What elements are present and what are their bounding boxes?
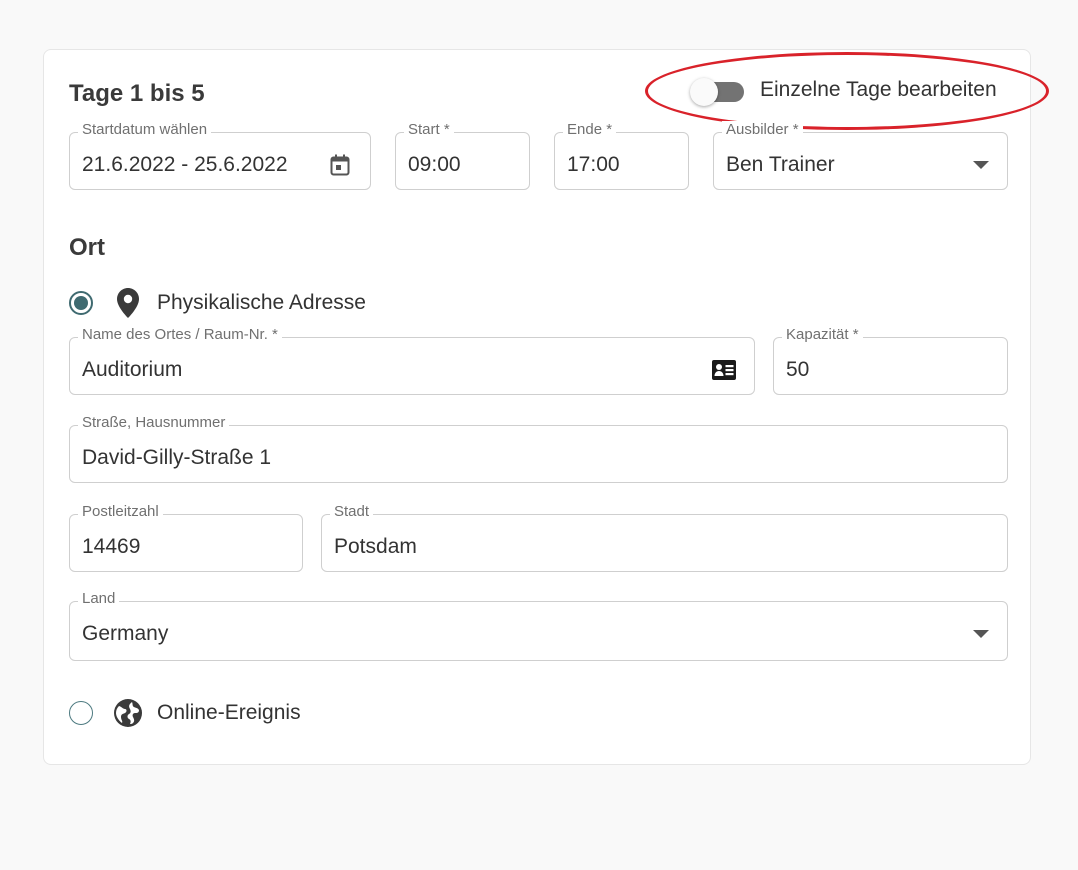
physical-address-label: Physikalische Adresse [157, 291, 366, 314]
calendar-icon[interactable] [328, 153, 352, 177]
toggle-label: Einzelne Tage bearbeiten [760, 78, 997, 101]
physical-address-option[interactable]: Physikalische Adresse [69, 288, 366, 318]
toggle-switch[interactable] [690, 78, 744, 106]
online-event-label: Online-Ereignis [157, 701, 301, 724]
day-group-card: Tage 1 bis 5 Einzelne Tage bearbeiten St… [43, 49, 1049, 765]
contact-card-icon[interactable] [712, 358, 736, 382]
street-field[interactable]: Straße, Hausnummer David-Gilly-Straße 1 [69, 414, 1008, 483]
place-name-value: Auditorium [82, 358, 183, 381]
end-time-label: Ende * [563, 121, 617, 138]
capacity-value: 50 [786, 358, 810, 381]
zip-field[interactable]: Postleitzahl 14469 [69, 503, 303, 572]
date-range-field[interactable]: Startdatum wählen 21.6.2022 - 25.6.2022 [69, 121, 371, 190]
zip-value: 14469 [82, 535, 141, 558]
toggle-knob[interactable] [690, 78, 718, 106]
city-field[interactable]: Stadt Potsdam [321, 503, 1008, 572]
date-range-value: 21.6.2022 - 25.6.2022 [82, 153, 288, 176]
trainer-label: Ausbilder * [722, 121, 803, 138]
start-time-label: Start * [404, 121, 454, 138]
country-value: Germany [82, 622, 169, 645]
start-time-value: 09:00 [408, 153, 461, 176]
end-time-value: 17:00 [567, 153, 620, 176]
globe-icon [113, 698, 143, 728]
trainer-select[interactable]: Ausbilder * Ben Trainer [713, 121, 1008, 190]
online-event-radio[interactable] [69, 701, 93, 725]
city-value: Potsdam [334, 535, 417, 558]
capacity-field[interactable]: Kapazität * 50 [773, 326, 1008, 395]
chevron-down-icon[interactable] [973, 630, 989, 638]
trainer-value: Ben Trainer [726, 153, 835, 176]
city-label: Stadt [330, 503, 374, 520]
place-name-label: Name des Ortes / Raum-Nr. * [78, 326, 282, 343]
date-range-label: Startdatum wählen [78, 121, 212, 138]
country-label: Land [78, 590, 120, 607]
country-select[interactable]: Land Germany [69, 590, 1008, 661]
street-label: Straße, Hausnummer [78, 414, 230, 431]
zip-label: Postleitzahl [78, 503, 163, 520]
map-pin-icon [113, 288, 143, 318]
chevron-down-icon[interactable] [973, 161, 989, 169]
online-event-option[interactable]: Online-Ereignis [69, 698, 301, 728]
place-name-field[interactable]: Name des Ortes / Raum-Nr. * Auditorium [69, 326, 755, 395]
start-time-field[interactable]: Start * 09:00 [395, 121, 530, 190]
street-value: David-Gilly-Straße 1 [82, 446, 272, 469]
card-title: Tage 1 bis 5 [69, 80, 205, 107]
end-time-field[interactable]: Ende * 17:00 [554, 121, 689, 190]
capacity-label: Kapazität * [782, 326, 863, 343]
edit-single-days-toggle[interactable]: Einzelne Tage bearbeiten [690, 78, 997, 106]
location-section-title: Ort [69, 234, 105, 261]
physical-address-radio[interactable] [69, 291, 93, 315]
